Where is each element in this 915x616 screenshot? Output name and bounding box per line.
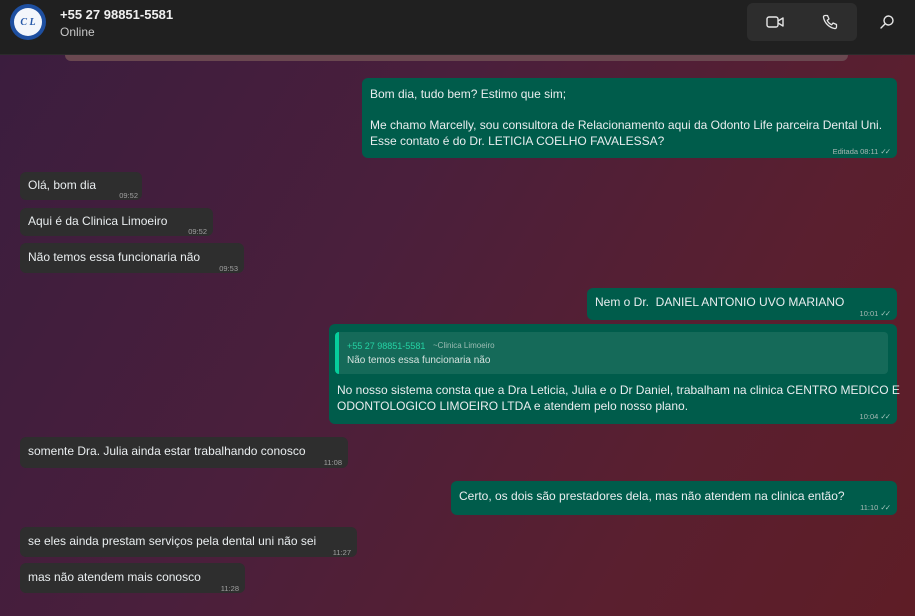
contact-name[interactable]: +55 27 98851-5581 [60, 7, 173, 22]
message-incoming[interactable]: Não temos essa funcionaria não 09:53 [20, 243, 244, 273]
call-button-group [747, 3, 857, 41]
message-incoming[interactable]: Aqui é da Clinica Limoeiro 09:52 [20, 208, 213, 236]
message-timestamp: 10:04 ✓✓ [859, 412, 891, 421]
message-timestamp: 09:52 [188, 227, 207, 236]
message-text: mas não atendem mais conosco [28, 570, 201, 584]
message-timestamp: 09:52 [119, 191, 138, 200]
search-button[interactable] [870, 3, 904, 41]
message-text: Esse contato é do Dr. LETICIA COELHO FAV… [370, 134, 665, 148]
message-text: Bom dia, tudo bem? Estimo que sim; [370, 87, 567, 101]
message-timestamp: Editada 08:11 ✓✓ [832, 147, 891, 156]
message-outgoing[interactable]: Certo, os dois são prestadores dela, mas… [451, 481, 897, 515]
voice-call-icon [822, 14, 837, 30]
message-text: Certo, os dois são prestadores dela, mas… [459, 489, 845, 503]
scrolled-message-edge [65, 55, 848, 61]
message-timestamp: 11:27 [332, 548, 351, 557]
message-text: Olá, bom dia [28, 178, 97, 192]
message-incoming[interactable]: mas não atendem mais conosco 11:28 [20, 563, 245, 593]
message-timestamp: 11:10 ✓✓ [860, 503, 891, 512]
quoted-message[interactable]: +55 27 98851-5581 ~Clinica Limoeiro Não … [335, 332, 888, 374]
message-text: No nosso sistema consta que a Dra Letici… [337, 383, 900, 397]
contact-avatar[interactable]: C L [10, 4, 46, 40]
message-text: somente Dra. Julia ainda estar trabalhan… [28, 444, 306, 458]
message-outgoing-reply[interactable]: +55 27 98851-5581 ~Clinica Limoeiro Não … [329, 324, 900, 424]
quoted-text: Não temos essa funcionaria não [347, 355, 491, 366]
quoted-author: +55 27 98851-5581 [347, 341, 426, 351]
read-receipt-icon: ✓✓ [880, 503, 890, 512]
message-incoming[interactable]: somente Dra. Julia ainda estar trabalhan… [20, 437, 348, 468]
read-receipt-icon: ✓✓ [880, 412, 890, 421]
contact-status: Online [60, 25, 95, 39]
search-icon [880, 15, 894, 29]
video-call-button[interactable] [747, 3, 802, 41]
message-text: Me chamo Marcelly, sou consultora de Rel… [370, 118, 883, 132]
message-outgoing[interactable]: Bom dia, tudo bem? Estimo que sim; Me ch… [362, 78, 897, 158]
voice-call-button[interactable] [802, 3, 857, 41]
message-text: Nem o Dr. DANIEL ANTONIO UVO MARIANO [595, 295, 845, 309]
avatar-logo: C L [14, 8, 42, 36]
message-text: Não temos essa funcionaria não [28, 250, 201, 264]
read-receipt-icon: ✓✓ [880, 309, 890, 318]
message-text: ODONTOLOGICO LIMOEIRO LTDA e atendem pel… [337, 399, 689, 413]
chat-header: C L +55 27 98851-5581 Online [0, 0, 915, 55]
message-incoming[interactable]: Olá, bom dia 09:52 [20, 172, 142, 200]
video-call-icon [765, 16, 784, 28]
message-timestamp: 11:08 [323, 458, 342, 467]
message-timestamp: 09:53 [219, 264, 238, 273]
message-timestamp: 11:28 [220, 584, 239, 593]
message-incoming[interactable]: se eles ainda prestam serviços pela dent… [20, 527, 357, 557]
message-outgoing[interactable]: Nem o Dr. DANIEL ANTONIO UVO MARIANO 10:… [587, 288, 897, 320]
message-timestamp: 10:01 ✓✓ [859, 309, 891, 318]
message-text: Aqui é da Clinica Limoeiro [28, 214, 168, 228]
quoted-author-tag: ~Clinica Limoeiro [433, 341, 495, 350]
read-receipt-icon: ✓✓ [880, 147, 890, 156]
message-text: se eles ainda prestam serviços pela dent… [28, 534, 317, 548]
